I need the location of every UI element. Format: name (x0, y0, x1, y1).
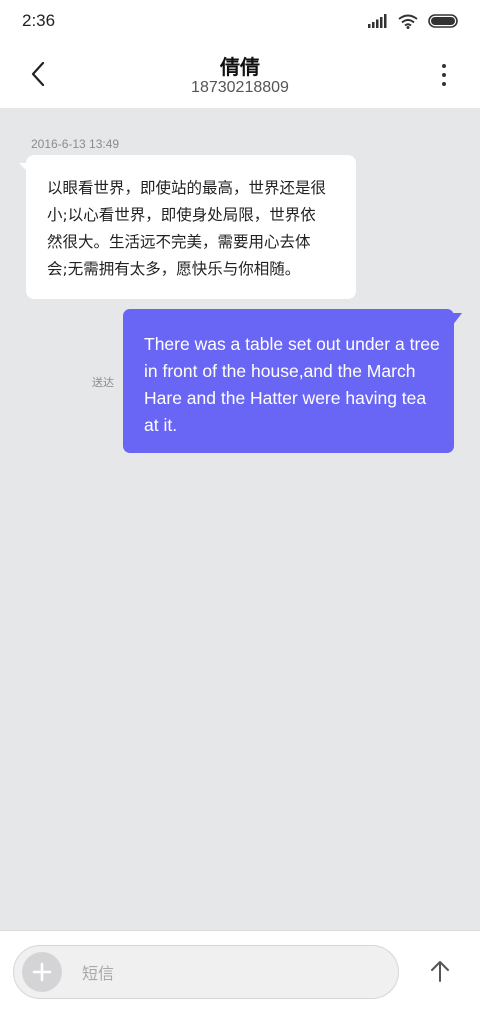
message-input[interactable] (80, 958, 384, 988)
delivery-status: 送达 (92, 376, 114, 389)
status-time: 2:36 (22, 11, 56, 30)
battery-icon (428, 14, 458, 28)
message-line: 以眼看世界，即使站的最高，世界还是很 (47, 179, 327, 197)
message-line: 然很大。生活远不完美，需要用心去体 (47, 233, 311, 251)
wifi-icon (398, 14, 418, 29)
contact-number: 18730218809 (191, 79, 289, 96)
message-thread[interactable]: 2016-6-13 13:49 以眼看世界，即使站的最高，世界还是很 小;以心看… (0, 108, 480, 930)
status-icons (368, 11, 460, 31)
conversation-header: 倩倩 18730218809 (0, 42, 480, 108)
more-options-button[interactable] (434, 60, 454, 90)
outgoing-message-bubble[interactable]: There was a table set out under a tree i… (123, 309, 454, 453)
message-line: 会;无需拥有太多，愿快乐与你相随。 (47, 260, 301, 278)
send-arrow-up-icon (431, 961, 449, 982)
signal-icon (368, 14, 387, 28)
message-input-container (13, 945, 399, 999)
message-line: in front of the house,and the March (144, 361, 416, 381)
more-vertical-icon (442, 64, 446, 86)
outgoing-bubble-tail (452, 313, 462, 326)
incoming-message-bubble[interactable]: 以眼看世界，即使站的最高，世界还是很 小;以心看世界，即使身处局限，世界依 然很… (26, 155, 356, 299)
plus-icon (32, 962, 52, 982)
message-line: Hare and the Hatter were having tea (144, 388, 427, 408)
message-timestamp: 2016-6-13 13:49 (31, 137, 120, 151)
message-line: 小;以心看世界，即使身处局限，世界依 (47, 206, 316, 224)
message-line: at it. (144, 415, 178, 435)
message-composer (0, 930, 480, 1013)
contact-name: 倩倩 (220, 55, 260, 79)
message-line: There was a table set out under a tree (144, 334, 440, 354)
send-button[interactable] (424, 955, 456, 987)
status-bar: 2:36 (0, 0, 480, 42)
attach-button[interactable] (22, 952, 62, 992)
